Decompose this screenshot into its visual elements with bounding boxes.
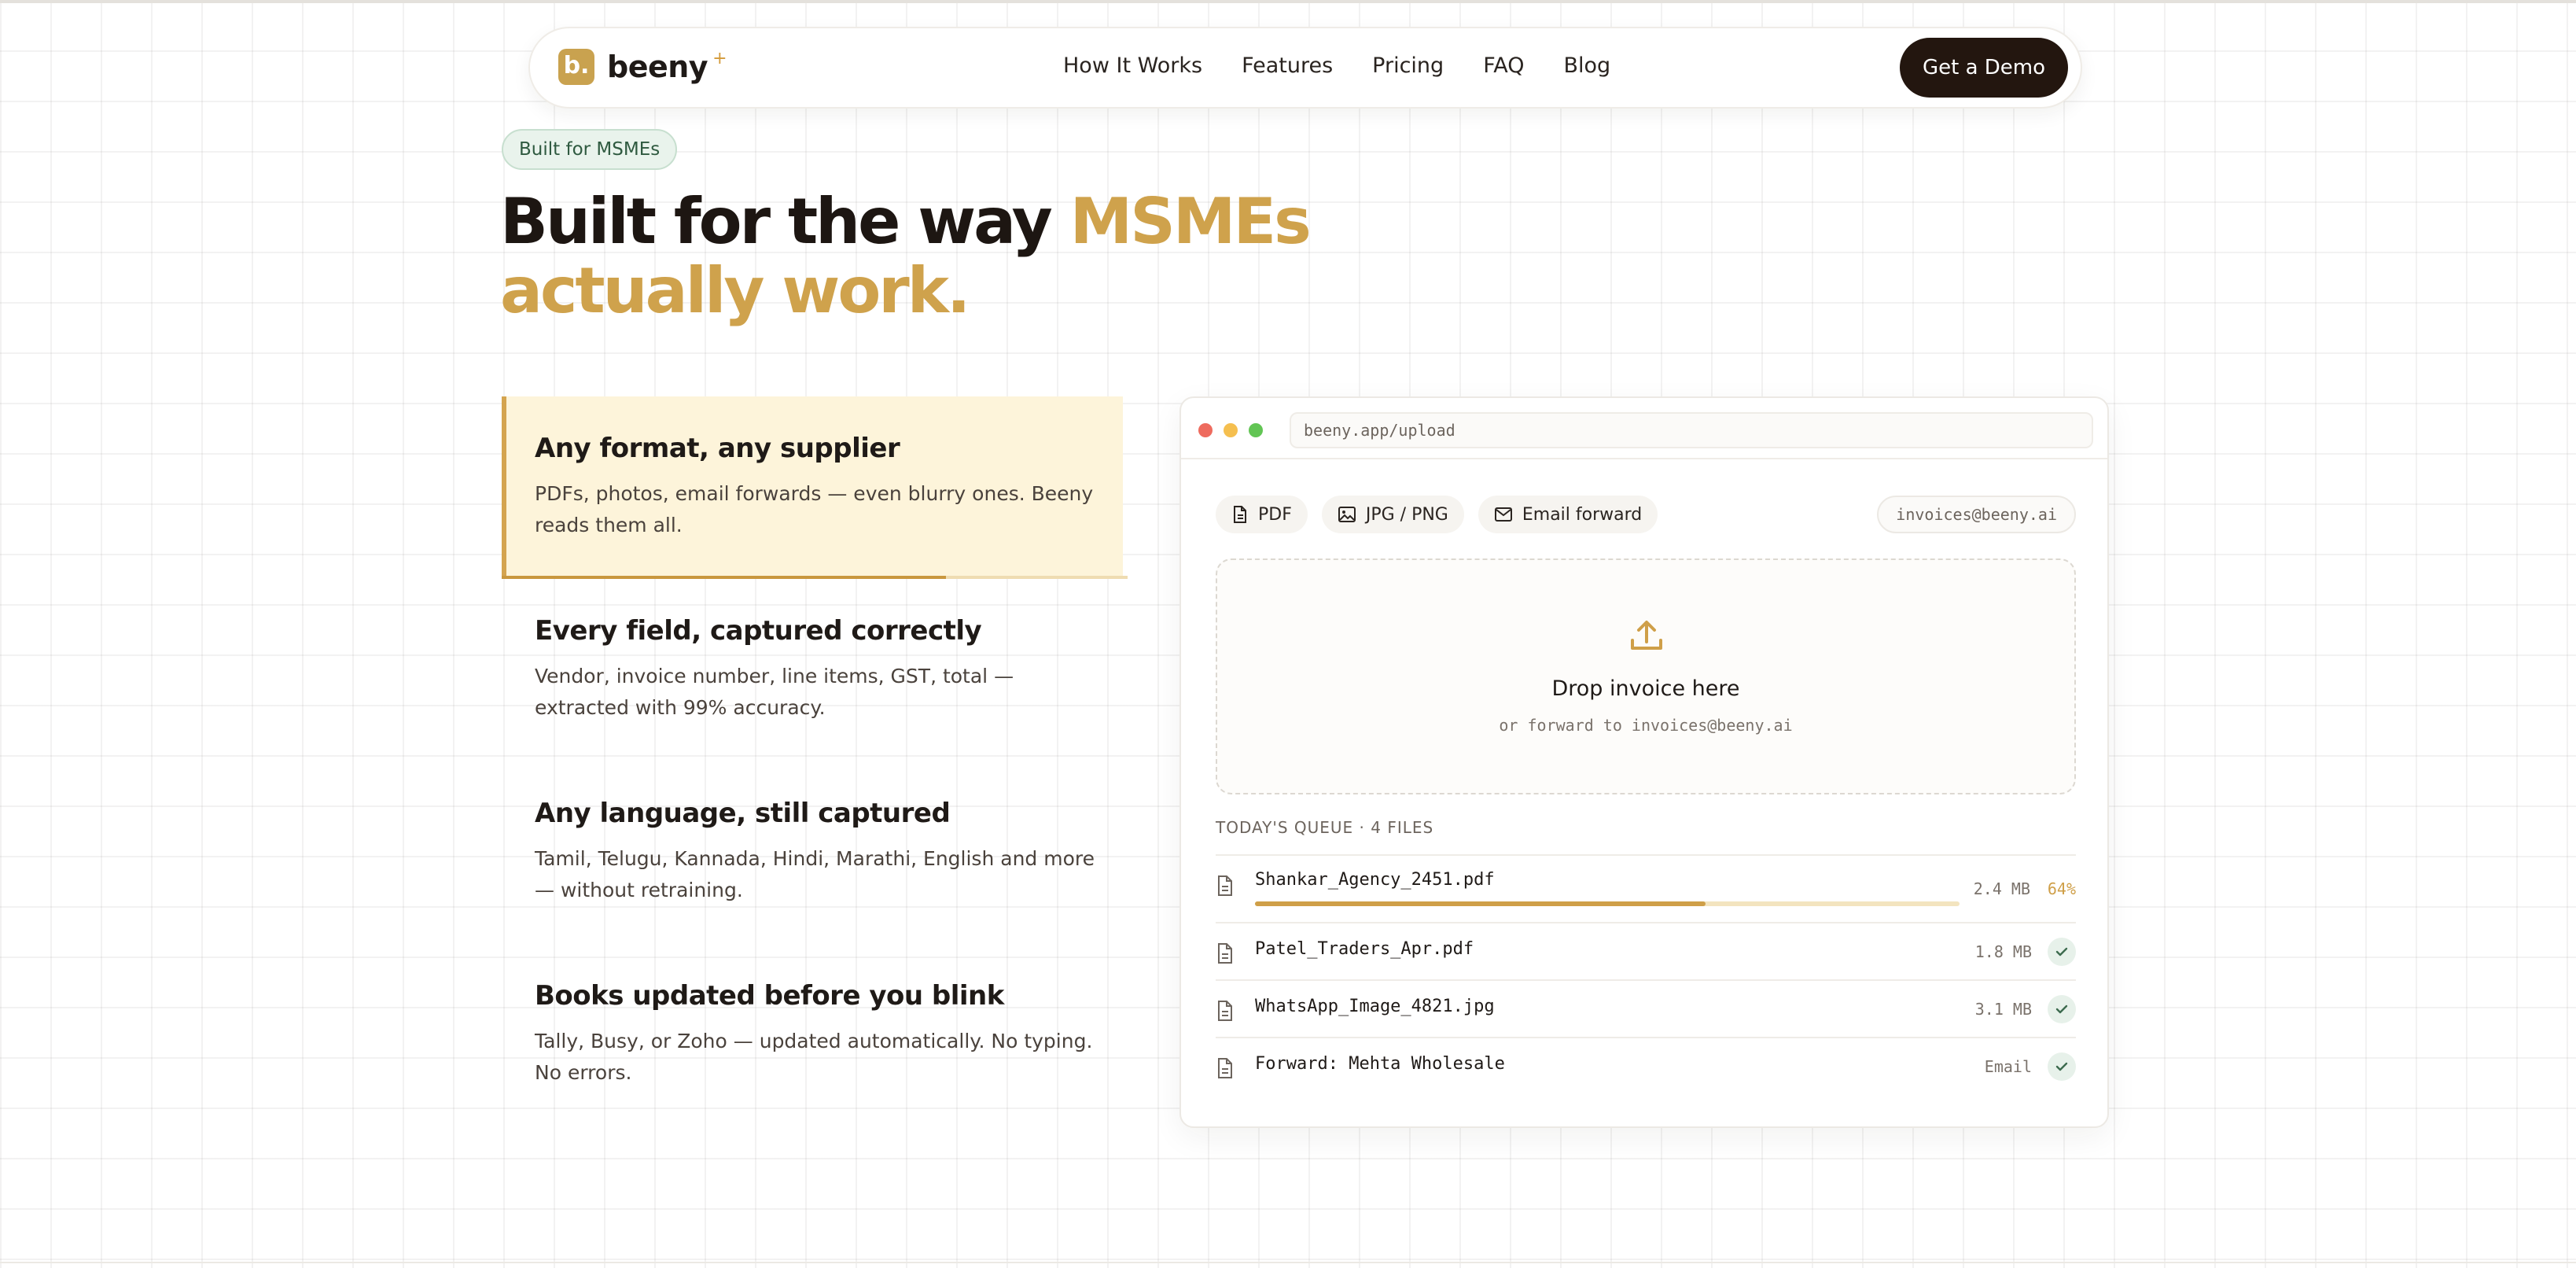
feature-title: Any format, any supplier [535,433,900,464]
navbar: b. beeny + How It Works Features Pricing… [528,27,2082,109]
file-name: Forward: Mehta Wholesale [1255,1054,1505,1074]
chip-email-forward[interactable]: Email forward [1478,496,1658,533]
address-bar[interactable]: beeny.app/upload [1290,412,2093,448]
check-icon [2048,995,2076,1023]
document-icon [1234,506,1246,523]
get-demo-button[interactable]: Get a Demo [1900,38,2068,98]
chip-label: JPG / PNG [1365,504,1448,525]
feature-item-books-updated[interactable]: Books updated before you blink Tally, Bu… [502,944,1123,1126]
window-minimize-dot [1224,423,1238,437]
feature-description: Tally, Busy, or Zoho — updated automatic… [535,1030,1093,1084]
file-size: 2.4 MB [1973,879,2030,898]
chip-label: Email forward [1522,504,1643,525]
file-name: Shankar_Agency_2451.pdf [1255,870,1495,890]
feature-description: PDFs, photos, email forwards — even blur… [535,482,1094,536]
queue-row[interactable]: Forward: Mehta Wholesale Email [1216,1037,2076,1094]
invoice-dropzone[interactable]: Drop invoice here or forward to invoices… [1216,558,2076,794]
logo[interactable]: b. beeny + [558,49,727,85]
check-icon [2048,938,2076,966]
mail-icon [1494,507,1512,522]
window-close-dot [1198,423,1213,437]
upload-browser-mockup: beeny.app/upload PDF JPG / PNG Email for… [1179,396,2109,1128]
bottom-border [0,1262,2576,1263]
nav-link-pricing[interactable]: Pricing [1372,53,1444,78]
queue-row[interactable]: Shankar_Agency_2451.pdf 2.4 MB 64% [1216,854,2076,922]
file-name: Patel_Traders_Apr.pdf [1255,939,1474,959]
logo-mark: b. [558,49,594,85]
chip-jpg-png[interactable]: JPG / PNG [1321,496,1464,533]
queue-heading: TODAY'S QUEUE · 4 FILES [1216,818,1434,837]
feature-list: Any format, any supplier PDFs, photos, e… [502,396,1128,1126]
format-chips: PDF JPG / PNG Email forward [1216,496,1672,533]
nav-link-how-it-works[interactable]: How It Works [1063,53,1202,78]
file-icon [1218,875,1232,896]
file-icon [1218,1058,1232,1078]
file-icon [1218,1001,1232,1021]
image-icon [1338,507,1356,522]
upload-progress-fill [1255,901,1706,906]
upload-icon [1631,621,1662,650]
window-maximize-dot [1249,423,1263,437]
check-icon [2048,1052,2076,1081]
dropzone-title: Drop invoice here [1551,676,1740,701]
feature-description: Vendor, invoice number, line items, GST,… [535,665,1014,719]
feature-title: Every field, captured correctly [535,615,982,647]
nav-link-features[interactable]: Features [1242,53,1333,78]
upload-percent: 64% [2047,879,2076,898]
file-queue: Shankar_Agency_2451.pdf 2.4 MB 64% Patel… [1216,854,2076,1094]
feature-item-every-field[interactable]: Every field, captured correctly Vendor, … [502,579,1123,761]
chip-pdf[interactable]: PDF [1216,496,1308,533]
hero-headline: Built for the way MSMEs actually work. [500,187,1428,326]
file-size: 1.8 MB [1974,942,2032,961]
feature-item-any-language[interactable]: Any language, still captured Tamil, Telu… [502,761,1123,944]
chip-label: PDF [1258,504,1292,525]
nav-links: How It Works Features Pricing FAQ Blog [1063,53,1650,78]
top-border [0,0,2576,3]
file-name: WhatsApp_Image_4821.jpg [1255,997,1495,1016]
browser-chrome: beeny.app/upload [1181,398,2107,459]
nav-link-blog[interactable]: Blog [1564,53,1611,78]
file-size: Email [1984,1057,2032,1076]
invoice-email-address[interactable]: invoices@beeny.ai [1877,496,2076,533]
logo-text: beeny [607,50,708,84]
feature-title: Books updated before you blink [535,980,1004,1012]
queue-row[interactable]: WhatsApp_Image_4821.jpg 3.1 MB [1216,979,2076,1037]
upload-progress-bar [1255,901,1960,906]
file-size: 3.1 MB [1974,1000,2032,1019]
dropzone-subtitle: or forward to invoices@beeny.ai [1499,716,1793,735]
feature-description: Tamil, Telugu, Kannada, Hindi, Marathi, … [535,847,1095,901]
sparkle-icon: + [712,48,727,68]
headline-plain: Built for the way [500,185,1070,258]
feature-item-any-format[interactable]: Any format, any supplier PDFs, photos, e… [502,396,1128,579]
msme-badge: Built for MSMEs [502,129,678,170]
nav-link-faq[interactable]: FAQ [1483,53,1524,78]
file-icon [1218,943,1232,964]
feature-title: Any language, still captured [535,798,951,829]
queue-row[interactable]: Patel_Traders_Apr.pdf 1.8 MB [1216,922,2076,979]
